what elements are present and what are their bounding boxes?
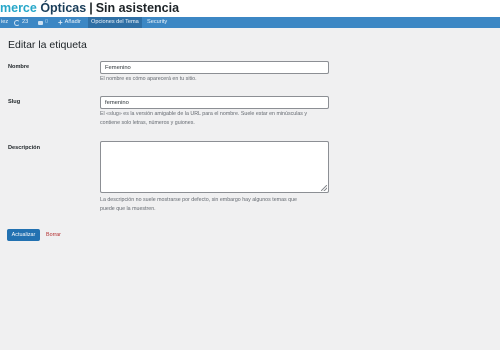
- description-help: La descripción no suele mostrarse por de…: [100, 196, 340, 214]
- slug-label: Slug: [8, 99, 21, 105]
- comments-count: 0: [45, 19, 49, 25]
- theme-options-label: Opciones del Tema: [91, 19, 139, 25]
- admin-bar-user[interactable]: iez: [0, 17, 8, 28]
- admin-bar-user-label: iez: [1, 19, 9, 25]
- description-textarea[interactable]: [100, 141, 329, 193]
- description-help-line1: La descripción no suele mostrarse por de…: [100, 197, 297, 203]
- site-title[interactable]: merce Ópticas | Sin asistencia: [0, 0, 179, 17]
- slug-help: El «slug» es la versión amigable de la U…: [100, 110, 340, 128]
- admin-bar-updates[interactable]: 23: [14, 17, 28, 28]
- admin-bar-add-new[interactable]: + Añadir: [58, 17, 81, 28]
- updates-icon: [14, 19, 20, 26]
- description-label: Descripción: [8, 145, 41, 151]
- update-button[interactable]: Actualizar: [7, 229, 40, 241]
- name-help: El nombre es cómo aparecerá en tu sitio.: [100, 76, 197, 82]
- slug-help-line2: contiene solo letras, números y guiones.: [100, 120, 195, 126]
- description-help-line2: puede que la muestren.: [100, 206, 156, 212]
- site-title-part1: merce: [0, 1, 37, 15]
- admin-bar-security[interactable]: Security: [144, 17, 170, 28]
- name-input[interactable]: [100, 61, 329, 74]
- resize-grip-icon[interactable]: [321, 185, 327, 191]
- security-label: Security: [147, 19, 168, 25]
- add-new-label: Añadir: [64, 19, 81, 25]
- plus-icon: +: [58, 18, 63, 27]
- page-title: Editar la etiqueta: [8, 39, 87, 51]
- updates-count: 23: [22, 19, 29, 25]
- comment-icon: [38, 20, 43, 25]
- delete-link[interactable]: Borrar: [46, 229, 61, 241]
- site-header: merce Ópticas | Sin asistencia: [0, 0, 500, 17]
- name-label: Nombre: [8, 64, 30, 70]
- admin-bar-comments[interactable]: 0: [38, 17, 48, 28]
- slug-input[interactable]: [100, 96, 329, 109]
- site-tagline: Sin asistencia: [95, 1, 180, 15]
- admin-bar-theme-options[interactable]: Opciones del Tema: [88, 17, 142, 28]
- admin-bar: iez 23 0 + Añadir Opciones del Tema Secu…: [0, 17, 500, 28]
- slug-help-line1: El «slug» es la versión amigable de la U…: [100, 111, 308, 117]
- title-separator: |: [89, 1, 93, 15]
- site-title-part2: Ópticas: [40, 1, 87, 15]
